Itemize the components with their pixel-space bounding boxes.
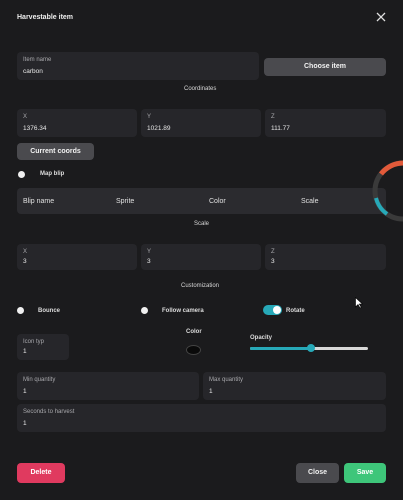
delete-button[interactable]: Delete xyxy=(17,463,65,483)
icon-type-field[interactable]: Icon typ 1 xyxy=(17,334,69,360)
scale-x-label: X xyxy=(23,249,28,255)
blip-table-header: Blip name Sprite Color Scale xyxy=(17,188,386,214)
follow-camera-label: Follow camera xyxy=(162,308,204,314)
rotate-toggle[interactable] xyxy=(263,305,282,315)
bounce-radio[interactable] xyxy=(17,307,24,314)
coordinates-title: Coordinates xyxy=(184,86,217,92)
coord-z-value: 111.77 xyxy=(271,125,290,132)
dialog-title: Harvestable item xyxy=(17,14,74,21)
coord-z-field[interactable]: Z 111.77 xyxy=(265,109,386,137)
opacity-label: Opacity xyxy=(250,335,273,341)
blip-col-scale: Scale xyxy=(301,198,319,205)
min-quantity-label: Min quantity xyxy=(23,377,56,383)
seconds-to-harvest-label: Seconds to harvest xyxy=(23,409,75,415)
scale-x-field[interactable]: X 3 xyxy=(17,244,137,270)
rotate-label: Rotate xyxy=(286,308,305,314)
coord-x-field[interactable]: X 1376.34 xyxy=(17,109,137,137)
scale-y-value: 3 xyxy=(147,258,151,265)
scale-x-value: 3 xyxy=(23,258,27,265)
mouse-cursor-icon xyxy=(355,296,364,309)
item-name-label: Item name xyxy=(23,57,52,63)
color-label: Color xyxy=(186,329,202,335)
opacity-slider-handle[interactable] xyxy=(307,344,316,352)
customization-title: Customization xyxy=(181,283,220,289)
seconds-to-harvest-field[interactable]: Seconds to harvest 1 xyxy=(17,404,386,432)
close-icon[interactable] xyxy=(375,11,387,23)
max-quantity-label: Max quantity xyxy=(209,377,244,383)
map-blip-radio[interactable] xyxy=(18,171,25,178)
scale-y-field[interactable]: Y 3 xyxy=(141,244,261,270)
item-name-value: carbon xyxy=(23,68,43,75)
coord-x-value: 1376.34 xyxy=(23,125,47,132)
max-quantity-field[interactable]: Max quantity 1 xyxy=(203,372,386,400)
min-quantity-value: 1 xyxy=(23,388,27,395)
max-quantity-value: 1 xyxy=(209,388,213,395)
scale-title: Scale xyxy=(194,221,210,227)
color-swatch[interactable] xyxy=(186,345,201,355)
coord-z-label: Z xyxy=(271,114,275,120)
seconds-to-harvest-value: 1 xyxy=(23,420,27,427)
blip-col-sprite: Sprite xyxy=(116,198,135,205)
coord-x-label: X xyxy=(23,114,28,120)
choose-item-button[interactable]: Choose item xyxy=(264,58,386,76)
opacity-slider[interactable] xyxy=(250,344,368,352)
coord-y-label: Y xyxy=(147,114,152,120)
blip-col-name: Blip name xyxy=(23,198,55,205)
background-ring-decoration xyxy=(367,158,403,224)
harvestable-item-dialog: Harvestable item Item name carbon Choose… xyxy=(0,0,403,500)
save-button[interactable]: Save xyxy=(344,463,386,483)
close-button[interactable]: Close xyxy=(296,463,339,483)
blip-col-color: Color xyxy=(209,198,226,205)
icon-type-label: Icon typ xyxy=(23,339,45,345)
scale-z-label: Z xyxy=(271,249,275,255)
rotate-toggle-knob xyxy=(273,306,281,314)
map-blip-label: Map blip xyxy=(40,171,65,177)
follow-camera-radio[interactable] xyxy=(141,307,148,314)
min-quantity-field[interactable]: Min quantity 1 xyxy=(17,372,199,400)
scale-z-field[interactable]: Z 3 xyxy=(265,244,386,270)
icon-type-value: 1 xyxy=(23,348,27,355)
scale-z-value: 3 xyxy=(271,258,275,265)
opacity-slider-fill xyxy=(250,347,312,350)
coord-y-value: 1021.89 xyxy=(147,125,171,132)
scale-y-label: Y xyxy=(147,249,152,255)
coord-y-field[interactable]: Y 1021.89 xyxy=(141,109,261,137)
bounce-label: Bounce xyxy=(38,308,61,314)
item-name-field[interactable]: Item name carbon xyxy=(17,52,259,80)
current-coords-button[interactable]: Current coords xyxy=(17,143,94,160)
